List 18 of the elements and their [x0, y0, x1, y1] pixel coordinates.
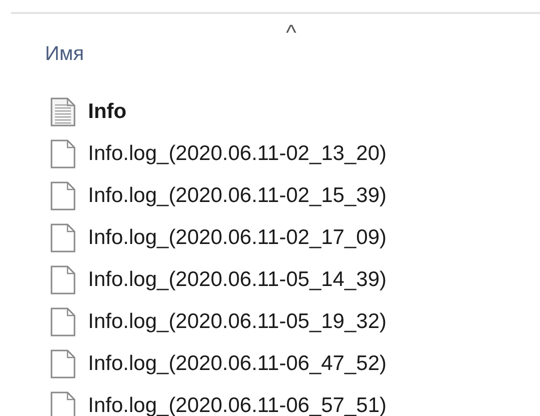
- file-name[interactable]: Info.log_(2020.06.11-05_19_32): [88, 310, 387, 334]
- file-name[interactable]: Info.log_(2020.06.11-05_14_39): [88, 268, 387, 292]
- file-name[interactable]: Info.log_(2020.06.11-02_17_09): [88, 226, 387, 250]
- blank-file-icon: [50, 307, 76, 337]
- file-name[interactable]: Info.log_(2020.06.11-02_15_39): [88, 184, 387, 208]
- text-document-icon: [50, 97, 76, 127]
- blank-file-icon: [50, 265, 76, 295]
- blank-file-icon: [50, 349, 76, 379]
- sort-arrow[interactable]: ^: [286, 20, 296, 46]
- file-name[interactable]: Info.log_(2020.06.11-02_13_20): [88, 142, 387, 166]
- blank-file-icon: [50, 181, 76, 211]
- blank-file-icon: [50, 139, 76, 169]
- file-name[interactable]: Info: [88, 100, 126, 124]
- blank-file-icon: [50, 391, 76, 416]
- blank-file-icon: [50, 223, 76, 253]
- name-column-header[interactable]: Имя: [45, 43, 84, 66]
- file-name[interactable]: Info.log_(2020.06.11-06_47_52): [88, 352, 387, 376]
- file-name[interactable]: Info.log_(2020.06.11-06_57_51): [88, 394, 387, 416]
